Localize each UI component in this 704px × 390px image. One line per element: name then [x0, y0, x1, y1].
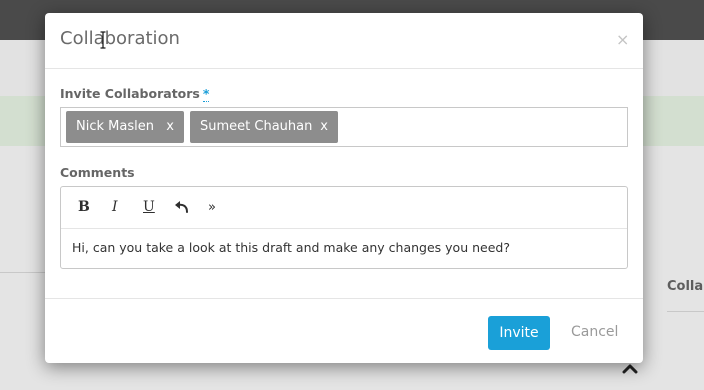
- collaborator-tag: Nick Maslen x: [66, 111, 184, 143]
- cancel-button[interactable]: Cancel: [571, 324, 618, 340]
- comments-editor: B I U » Hi, can you take a look at this …: [60, 186, 628, 269]
- text-cursor-icon: [100, 31, 106, 49]
- close-icon[interactable]: ×: [616, 30, 629, 49]
- remove-tag-icon[interactable]: x: [320, 111, 328, 143]
- modal-footer: Invite Cancel: [45, 298, 643, 363]
- collaborator-tag-name: Nick Maslen: [76, 119, 154, 134]
- italic-button[interactable]: I: [112, 199, 118, 215]
- invite-label-text: Invite Collaborators: [60, 86, 200, 101]
- undo-icon[interactable]: [174, 200, 190, 218]
- side-panel-label: Collab: [667, 279, 704, 294]
- required-marker: *: [202, 86, 210, 102]
- comments-label: Comments: [60, 165, 135, 180]
- more-tools-button[interactable]: »: [208, 200, 216, 215]
- invite-button[interactable]: Invite: [488, 316, 550, 350]
- modal-title: Collaboration: [60, 28, 180, 49]
- bold-button[interactable]: B: [78, 199, 90, 215]
- collaboration-modal: Collaboration × Invite Collaborators * Ni…: [45, 13, 643, 363]
- modal-header: Collaboration ×: [45, 13, 643, 69]
- side-panel-divider: [667, 311, 704, 312]
- underline-button[interactable]: U: [143, 199, 155, 215]
- collaborator-tag-name: Sumeet Chauhan: [200, 119, 313, 134]
- invite-collaborators-label: Invite Collaborators *: [60, 86, 210, 102]
- comment-text-area[interactable]: Hi, can you take a look at this draft an…: [72, 240, 510, 255]
- collaborators-input[interactable]: Nick Maslen x Sumeet Chauhan x: [60, 107, 628, 147]
- remove-tag-icon[interactable]: x: [166, 111, 174, 143]
- collaborator-tag: Sumeet Chauhan x: [190, 111, 338, 143]
- editor-toolbar: B I U »: [61, 187, 627, 229]
